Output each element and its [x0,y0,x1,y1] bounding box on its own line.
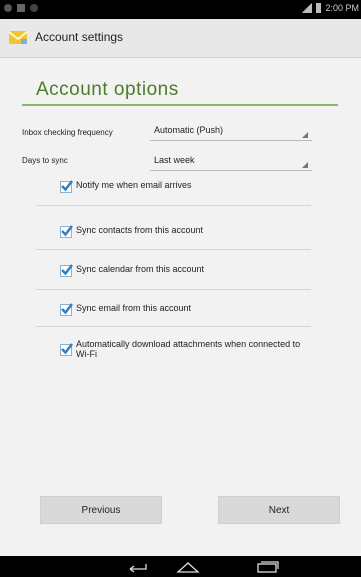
checkmark-icon [61,225,73,237]
sync-email-option[interactable]: Sync email from this account [60,303,191,325]
sync-calendar-option[interactable]: Sync calendar from this account [60,264,204,286]
notify-email-label: Notify me when email arrives [76,180,192,190]
notification-icons [4,4,38,12]
title-divider [22,104,338,106]
days-to-sync-value: Last week [154,155,195,165]
sync-contacts-checkbox[interactable] [60,225,73,238]
navigation-bar [0,556,361,577]
email-icon[interactable] [8,27,28,47]
inbox-frequency-dropdown[interactable]: Automatic (Push) [150,122,312,141]
row-divider [36,289,311,290]
sync-calendar-label: Sync calendar from this account [76,264,205,274]
recents-icon[interactable] [256,561,280,573]
row-divider [36,326,311,327]
sync-calendar-checkbox[interactable] [60,264,73,277]
checkmark-icon [61,303,73,315]
notification-image-icon [17,4,25,12]
dropdown-arrow-icon [302,132,308,138]
auto-download-label: Automatically download attachments when … [76,339,301,359]
checkmark-icon [61,343,73,355]
checkmark-icon [61,264,73,276]
sync-contacts-label: Sync contacts from this account [76,225,204,235]
status-bar: 2:00 PM [0,0,361,19]
days-to-sync-dropdown[interactable]: Last week [150,152,312,171]
home-icon[interactable] [176,561,200,573]
action-bar-title: Account settings [35,30,124,44]
auto-download-checkbox[interactable] [60,343,73,356]
back-icon[interactable] [127,561,149,573]
days-to-sync-label: Days to sync [22,156,68,165]
battery-icon [316,3,322,13]
next-button[interactable]: Next [218,496,340,524]
notify-email-checkbox[interactable] [60,180,73,193]
row-divider [36,249,311,250]
notification-dot-icon [4,4,12,12]
notification-circle-icon [30,4,38,12]
auto-download-option[interactable]: Automatically download attachments when … [60,339,315,365]
dropdown-arrow-icon [302,162,308,168]
inbox-frequency-value: Automatic (Push) [154,125,224,135]
inbox-frequency-label: Inbox checking frequency [22,128,113,137]
row-divider [36,205,311,206]
clock: 2:00 PM [325,3,359,13]
notify-email-option[interactable]: Notify me when email arrives [60,180,192,202]
checkmark-icon [61,180,73,192]
system-status: 2:00 PM [302,3,359,13]
action-bar: Account settings [0,19,361,58]
sync-contacts-option[interactable]: Sync contacts from this account [60,225,203,247]
signal-icon [302,3,313,13]
sync-email-label: Sync email from this account [76,303,192,313]
previous-button[interactable]: Previous [40,496,162,524]
page-title: Account options [36,79,179,100]
sync-email-checkbox[interactable] [60,303,73,316]
